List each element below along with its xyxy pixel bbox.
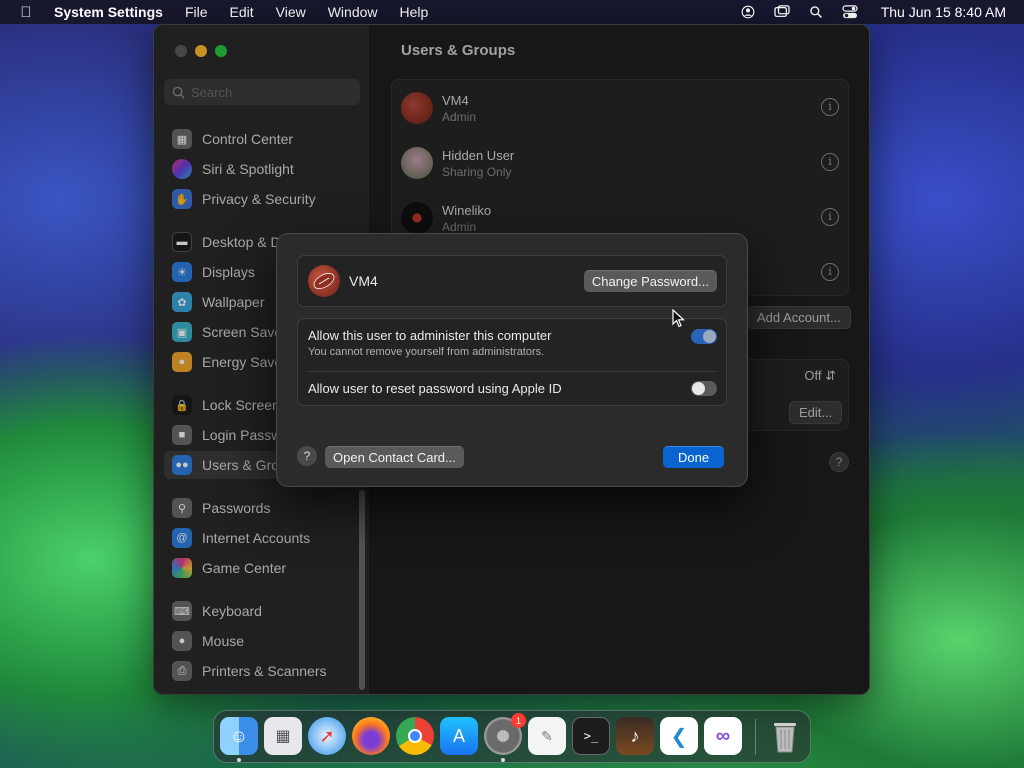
screen-mirroring-icon[interactable] (773, 5, 791, 19)
reset-password-toggle[interactable] (691, 381, 717, 396)
launchpad-icon[interactable]: ▦ (264, 717, 302, 755)
spotlight-search-icon[interactable] (807, 5, 825, 19)
admin-setting-note: You cannot remove yourself from administ… (308, 346, 545, 358)
menu-help[interactable]: Help (389, 0, 440, 24)
user-detail-sheet: VM4 Change Password... Allow this user t… (276, 233, 748, 487)
sheet-settings-box: Allow this user to administer this compu… (297, 318, 727, 406)
menu-bar:  System Settings File Edit View Window … (0, 0, 1024, 24)
dock: ☺ ▦ ➚ A 1 ✎ >_ ♪ ❮ ∞ (213, 710, 811, 763)
open-contact-card-button[interactable]: Open Contact Card... (325, 446, 464, 468)
vscode-icon[interactable]: ❮ (660, 717, 698, 755)
textedit-icon[interactable]: ✎ (528, 717, 566, 755)
sheet-user-header: VM4 Change Password... (297, 255, 727, 307)
reset-password-label: Allow user to reset password using Apple… (308, 381, 562, 396)
apple-menu-icon[interactable]:  (0, 4, 52, 21)
menu-window[interactable]: Window (317, 0, 389, 24)
menu-edit[interactable]: Edit (219, 0, 265, 24)
system-settings-icon[interactable]: 1 (484, 713, 526, 755)
menu-clock[interactable]: Thu Jun 15 8:40 AM (881, 4, 1006, 20)
app-store-icon[interactable]: A (440, 717, 478, 755)
firefox-icon[interactable] (352, 717, 390, 755)
change-password-button[interactable]: Change Password... (583, 270, 717, 292)
admin-toggle[interactable] (691, 329, 717, 344)
running-indicator (237, 758, 241, 762)
toggle-knob (692, 382, 705, 395)
chrome-icon[interactable] (396, 717, 434, 755)
garageband-icon[interactable]: ♪ (616, 717, 654, 755)
dock-separator (755, 719, 756, 755)
control-center-toggle-icon[interactable] (841, 5, 859, 19)
user-account-icon[interactable] (739, 5, 757, 19)
admin-setting-label: Allow this user to administer this compu… (308, 328, 552, 343)
visual-studio-icon[interactable]: ∞ (704, 717, 742, 755)
notification-badge: 1 (511, 713, 526, 728)
settings-divider (308, 371, 716, 372)
terminal-icon[interactable]: >_ (572, 717, 610, 755)
running-indicator (501, 758, 505, 762)
sheet-user-name: VM4 (349, 273, 378, 289)
toggle-knob (703, 330, 716, 343)
menu-file[interactable]: File (174, 0, 219, 24)
menu-app-name[interactable]: System Settings (52, 0, 174, 24)
football-avatar (308, 265, 340, 297)
sheet-help-button[interactable]: ? (297, 446, 317, 466)
mouse-cursor-icon (672, 309, 686, 328)
safari-icon[interactable]: ➚ (308, 717, 346, 755)
finder-icon[interactable]: ☺ (220, 717, 258, 755)
done-button[interactable]: Done (663, 446, 725, 468)
menu-view[interactable]: View (265, 0, 317, 24)
trash-icon[interactable] (766, 717, 804, 755)
